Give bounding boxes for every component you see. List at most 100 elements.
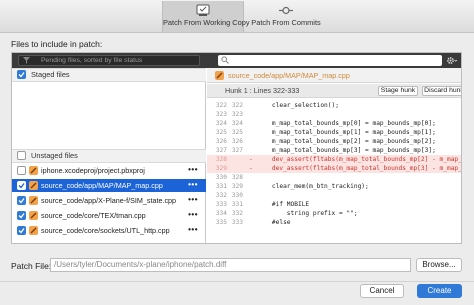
diff-line-text: m_map_total_bounds_mp[0] = map_bounds_mp… — [257, 120, 436, 127]
diff-line: 322 322 clear_selection(); — [207, 101, 461, 110]
new-line-number: 322 — [231, 102, 243, 109]
diff-line-text: clear_mem(m_btn_tracking); — [257, 183, 369, 190]
old-line-number: 334 — [215, 210, 227, 217]
new-line-number: 330 — [231, 192, 243, 199]
file-type-icon — [215, 71, 224, 80]
old-line-number: 333 — [215, 201, 227, 208]
staged-files-checkbox[interactable] — [17, 70, 26, 79]
search-icon — [221, 56, 229, 64]
diff-line-text: string prefix = ""; — [257, 210, 358, 217]
filter-bar: Pending files, sorted by file status — [12, 53, 461, 68]
create-button[interactable]: Create — [417, 284, 462, 298]
unstaged-files-label: Unstaged files — [31, 151, 78, 160]
cancel-button[interactable]: Cancel — [360, 284, 404, 298]
old-line-number: 326 — [215, 138, 227, 145]
file-row-selected[interactable]: source_code/app/MAP/MAP_map.cpp ••• — [12, 179, 206, 192]
diff-line: 325 325 m_map_total_bounds_mp[1] = map_bo… — [207, 128, 461, 137]
diff-view: source_code/app/MAP/MAP_map.cpp Hunk 1 :… — [207, 68, 461, 243]
divider — [0, 281, 474, 282]
diff-line: 335 333 #else — [207, 218, 461, 227]
file-checkbox[interactable] — [17, 211, 26, 220]
file-type-icon — [29, 196, 38, 205]
commits-icon — [279, 6, 293, 15]
file-row[interactable]: source_code/app/X-Plane-f/SIM_state.cpp … — [12, 194, 206, 207]
diff-line: 330 328 — [207, 173, 461, 182]
file-name: source_code/core/sockets/UTL_http.cpp — [41, 226, 170, 235]
file-checkbox[interactable] — [17, 226, 26, 235]
checkmark-icon — [18, 198, 25, 204]
new-line-number: 329 — [231, 183, 243, 190]
old-line-number: 335 — [215, 219, 227, 226]
new-line-number: 323 — [231, 111, 243, 118]
checkmark-icon — [18, 72, 25, 78]
diff-marker: - — [249, 165, 253, 172]
more-options-icon[interactable]: ••• — [188, 178, 198, 191]
diff-line-deleted: 328 - dev_assert(fltabs(m_map_total_bound… — [207, 155, 461, 164]
new-line-number: 325 — [231, 129, 243, 136]
discard-hunk-button[interactable]: Discard hunk — [422, 86, 461, 96]
filter-text: Pending files, sorted by file status — [41, 57, 143, 64]
file-checkbox[interactable] — [17, 166, 26, 175]
diff-code: 322 322 clear_selection(); 323 323 324 324 m_… — [207, 99, 461, 243]
more-options-icon[interactable]: ••• — [188, 163, 198, 176]
old-line-number: 328 — [215, 156, 227, 163]
file-row[interactable]: source_code/core/TEX/tman.cpp ••• — [12, 209, 206, 222]
old-line-number: 327 — [215, 147, 227, 154]
diff-line-deleted: 329 - dev_assert(fltabs(m_map_total_bound… — [207, 164, 461, 173]
old-line-number: 323 — [215, 111, 227, 118]
new-line-number: 332 — [231, 210, 243, 217]
browse-button[interactable]: Browse... — [416, 258, 462, 272]
more-options-icon[interactable]: ••• — [188, 193, 198, 206]
diff-line-text: m_map_total_bounds_mp[1] = map_bounds_mp… — [257, 129, 436, 136]
diff-line-text: #else — [257, 219, 291, 226]
new-line-number: 326 — [231, 138, 243, 145]
working-copy-icon — [196, 4, 210, 16]
more-options-icon[interactable]: ••• — [188, 223, 198, 236]
stage-hunk-button[interactable]: Stage hunk — [378, 86, 418, 96]
diff-line: 326 326 m_map_total_bounds_mp[2] = map_bo… — [207, 137, 461, 146]
more-options-icon[interactable]: ••• — [188, 208, 198, 221]
file-name: source_code/app/MAP/MAP_map.cpp — [41, 181, 163, 190]
old-line-number: 325 — [215, 129, 227, 136]
file-row[interactable]: source_code/core/sockets/UTL_http.cpp ••… — [12, 224, 206, 237]
file-type-icon — [29, 181, 38, 190]
diff-line-text: #if MOBILE — [257, 201, 310, 208]
diff-file-header: source_code/app/MAP/MAP_map.cpp — [207, 68, 461, 83]
patch-file-input[interactable]: /Users/tyler/Documents/x-plane/iphone/pa… — [50, 258, 411, 272]
new-line-number: 328 — [231, 174, 243, 181]
diff-line: 324 324 m_map_total_bounds_mp[0] = map_bo… — [207, 119, 461, 128]
gear-icon[interactable] — [446, 55, 457, 66]
old-line-number: 324 — [215, 120, 227, 127]
checkmark-icon — [18, 213, 25, 219]
unstaged-files-checkbox[interactable] — [17, 151, 26, 160]
old-line-number: 329 — [215, 165, 227, 172]
new-line-number: 333 — [231, 219, 243, 226]
new-line-number: 324 — [231, 120, 243, 127]
staged-files-header[interactable]: Staged files — [12, 68, 206, 82]
diff-line-text: dev_assert(fltabs(m_map_total_bounds_mp[… — [271, 156, 461, 163]
file-list: Staged files Unstaged files iphone.xcode… — [12, 68, 206, 243]
file-row[interactable]: iphone.xcodeproj/project.pbxproj ••• — [12, 164, 206, 177]
search-input[interactable] — [218, 55, 442, 66]
old-line-number: 330 — [215, 174, 227, 181]
file-checkbox[interactable] — [17, 181, 26, 190]
tab-label: Patch From Working Copy — [163, 18, 250, 27]
file-type-icon — [29, 166, 38, 175]
file-checkbox[interactable] — [17, 196, 26, 205]
filter-icon — [23, 57, 30, 64]
files-to-include-label: Files to include in patch: — [11, 39, 103, 49]
patch-file-label: Patch File: — [11, 261, 52, 271]
checkmark-icon — [18, 228, 25, 234]
file-type-icon — [29, 211, 38, 220]
hunk-title: Hunk 1 : Lines 322-333 — [225, 86, 300, 95]
diff-line: 333 331 #if MOBILE — [207, 200, 461, 209]
file-type-icon — [29, 226, 38, 235]
diff-line: 334 332 string prefix = ""; — [207, 209, 461, 218]
tab-patch-from-commits[interactable]: Patch From Commits — [245, 1, 327, 32]
unstaged-files-header[interactable]: Unstaged files — [12, 149, 206, 163]
checkmark-icon — [18, 183, 25, 189]
file-filter-dropdown[interactable]: Pending files, sorted by file status — [18, 55, 200, 66]
tab-patch-from-working-copy[interactable]: Patch From Working Copy — [162, 1, 250, 32]
diff-line-text: clear_selection(); — [257, 102, 339, 109]
old-line-number: 331 — [215, 183, 227, 190]
